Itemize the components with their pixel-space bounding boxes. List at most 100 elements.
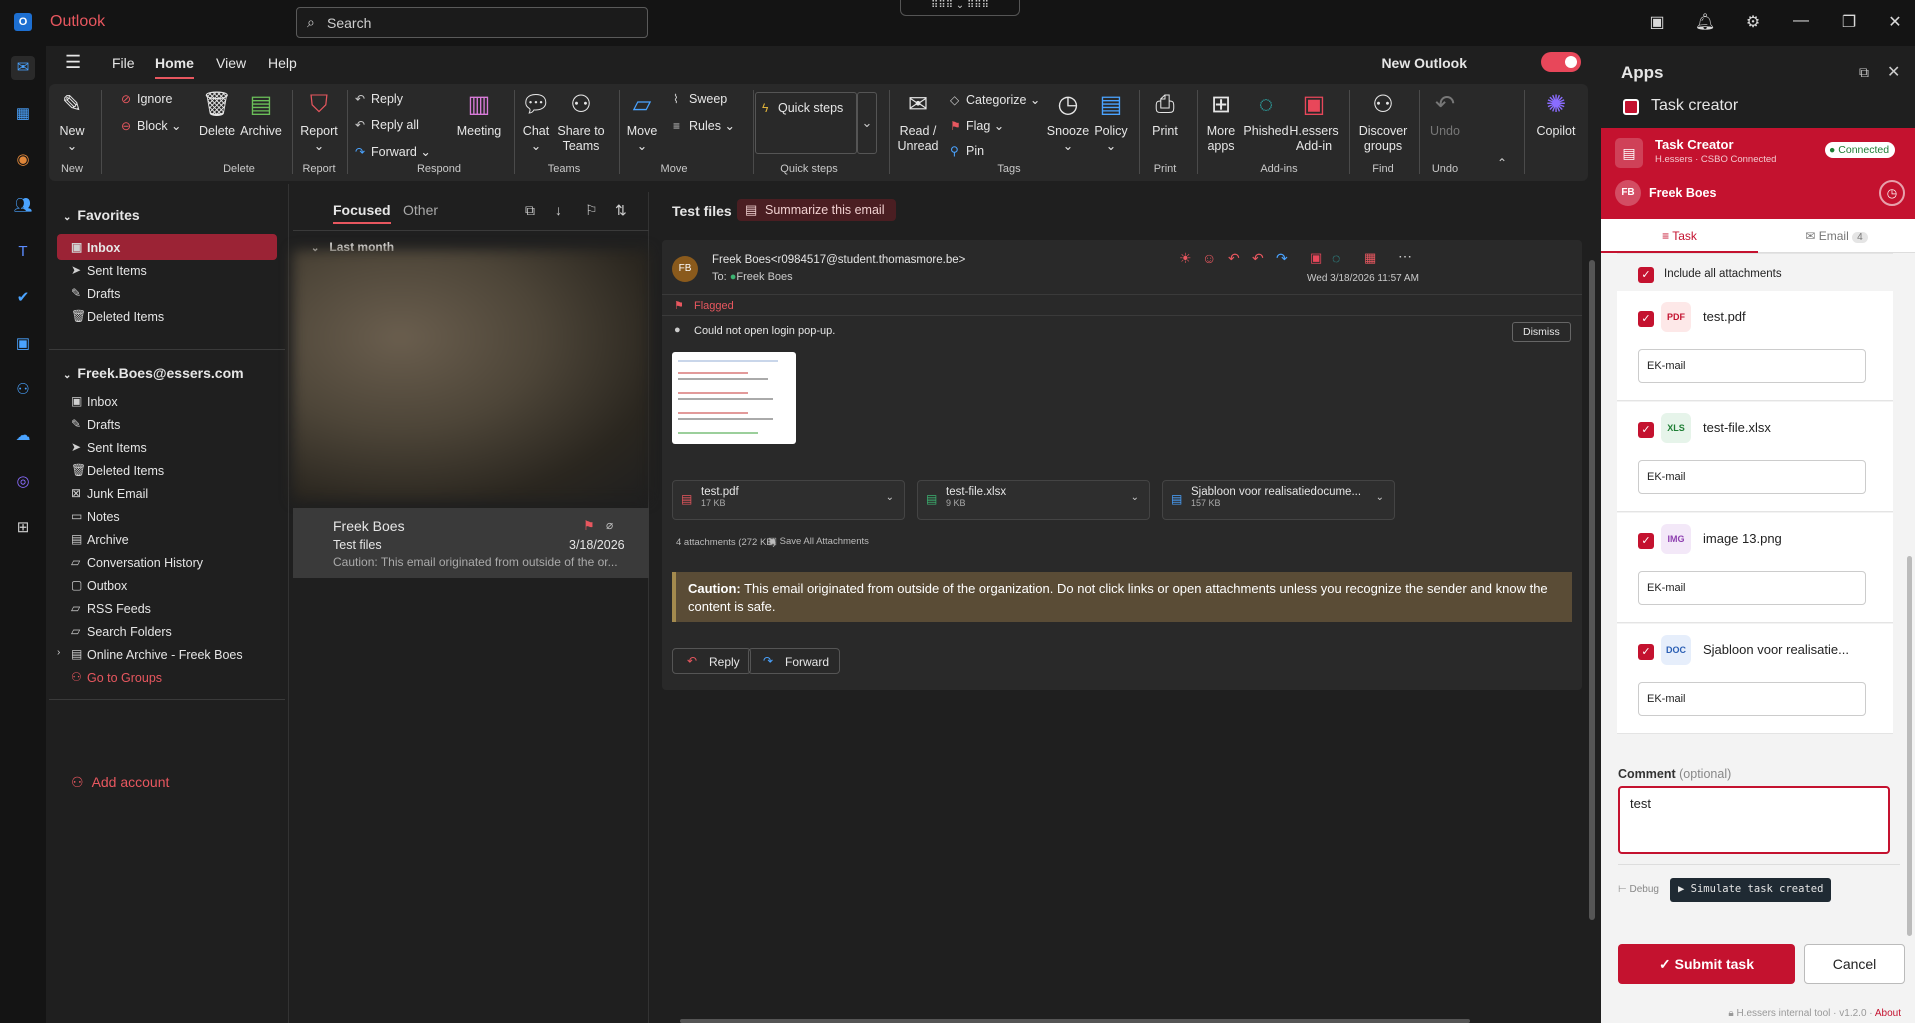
message-item[interactable]: Freek Boes ⚑ ⌀ Test files 3/18/2026 Caut… [293, 508, 649, 578]
my-day-icon[interactable]: ▣ [1646, 12, 1668, 34]
simulate-task-button[interactable]: ▶ Simulate task created [1670, 878, 1832, 902]
pane-scrollbar[interactable] [1907, 556, 1912, 936]
chevron-down-icon[interactable]: ⌄ [1131, 492, 1139, 503]
chevron-down-icon[interactable]: ⌄ [886, 492, 894, 503]
favorite-deleted-items[interactable]: 🗑︎ Deleted Items [57, 303, 277, 329]
hessers-addin-icon[interactable]: ▣ [1310, 250, 1322, 266]
add-account-link[interactable]: ⚇ Add account [71, 774, 169, 791]
tab-focused[interactable]: Focused [333, 202, 391, 224]
report-button[interactable]: ⛉ Report ⌄ [299, 90, 339, 154]
phished-button[interactable]: ◌ Phished [1243, 90, 1289, 139]
flag-button[interactable]: ⚑ Flag ⌄ [950, 118, 1004, 133]
attachment-docx[interactable]: ▤ Sjabloon voor realisatiedocume... 157 KB… [1162, 480, 1395, 520]
save-all-attachments-button[interactable]: ▣ Save All Attachments [768, 536, 869, 547]
apps-icon[interactable]: ▦ [1364, 250, 1376, 266]
favorites-header[interactable]: ⌄ Favorites [63, 207, 140, 223]
sweep-button[interactable]: ⌇ Sweep [673, 92, 727, 106]
reply-all-button[interactable]: ↶ Reply all [355, 118, 419, 132]
minimize-icon[interactable]: — [1790, 12, 1812, 34]
sort-icon[interactable]: ⇅ [615, 202, 627, 219]
file-checkbox[interactable]: ✓ [1638, 533, 1654, 549]
more-apps-button[interactable]: ⊞ More apps [1201, 90, 1241, 154]
destination-select[interactable]: EK-mail [1638, 682, 1866, 716]
select-all-icon[interactable]: ⧉ [525, 202, 535, 219]
tab-task[interactable]: ≡ Task [1601, 219, 1758, 253]
calendar-icon[interactable]: ▦ [11, 102, 35, 126]
menu-file[interactable]: File [112, 55, 135, 71]
share-to-teams-button[interactable]: ⚇ Share to Teams [555, 90, 607, 154]
jump-to-icon[interactable]: ↓ [555, 202, 562, 218]
file-checkbox[interactable]: ✓ [1638, 311, 1654, 327]
file-checkbox[interactable]: ✓ [1638, 644, 1654, 660]
close-pane-icon[interactable]: ✕ [1887, 62, 1900, 82]
brightness-icon[interactable]: ☀ [1179, 250, 1192, 267]
reply-bottom-button[interactable]: ↶ Reply [672, 648, 751, 674]
snooze-button[interactable]: ◷ Snooze ⌄ [1045, 90, 1091, 154]
emoji-react-icon[interactable]: ☺ [1202, 250, 1216, 266]
forward-bottom-button[interactable]: ↷ Forward [748, 648, 841, 674]
meeting-button[interactable]: ▥ Meeting [454, 90, 504, 139]
policy-button[interactable]: ▤ Policy ⌄ [1091, 90, 1131, 154]
reply-button[interactable]: ↶ Reply [355, 92, 403, 106]
more-apps-rail-icon[interactable]: ⊞ [11, 516, 35, 540]
tab-email[interactable]: ✉ Email 4 [1758, 219, 1915, 253]
flag-icon[interactable]: ⚑ [583, 518, 595, 534]
new-outlook-toggle[interactable] [1541, 52, 1581, 72]
image-attachment-thumbnail[interactable] [672, 352, 796, 444]
more-actions-icon[interactable]: ⋯ [1398, 248, 1412, 265]
people-icon[interactable]: 👥︎ [11, 194, 35, 218]
submit-task-button[interactable]: ✓ Submit task [1618, 944, 1795, 984]
attachment-pdf[interactable]: ▤ test.pdf 17 KB ⌄ [672, 480, 905, 520]
dismiss-button[interactable]: Dismiss [1512, 322, 1571, 342]
undo-button[interactable]: ↶ Undo [1425, 90, 1465, 139]
menu-view[interactable]: View [216, 55, 246, 71]
tab-other[interactable]: Other [403, 202, 438, 218]
chevron-down-icon[interactable]: ⌄ [1376, 492, 1384, 503]
rules-button[interactable]: ≡ Rules ⌄ [673, 118, 735, 133]
summarize-button[interactable]: ▤ Summarize this email [737, 199, 897, 221]
chat-button[interactable]: 💬︎ Chat ⌄ [519, 90, 553, 154]
destination-select[interactable]: EK-mail [1638, 571, 1866, 605]
restore-icon[interactable]: ❐ [1838, 12, 1860, 34]
org-explorer-icon[interactable]: ⚇ [11, 378, 35, 402]
history-clock-icon[interactable]: ◷ [1879, 180, 1905, 206]
notifications-bell-icon[interactable]: 🔔︎ [1694, 12, 1716, 34]
close-window-icon[interactable]: ✕ [1884, 12, 1906, 34]
print-button[interactable]: ⎙ Print [1145, 90, 1185, 139]
destination-select[interactable]: EK-mail [1638, 460, 1866, 494]
todo-icon[interactable]: ✔ [11, 286, 35, 310]
menu-help[interactable]: Help [268, 55, 297, 71]
comment-textarea[interactable]: test [1618, 786, 1890, 854]
ignore-button[interactable]: ⊘ Ignore [121, 92, 172, 106]
quick-steps-box[interactable]: ϟ Quick steps [755, 92, 857, 154]
reply-icon[interactable]: ↶ [1228, 250, 1240, 267]
forward-icon[interactable]: ↷ [1276, 250, 1288, 267]
filter-flag-icon[interactable]: ⚐ [585, 202, 598, 219]
menu-home[interactable]: Home [155, 55, 194, 79]
quick-steps-dropdown[interactable]: ⌄ [857, 92, 877, 154]
collapse-ribbon-icon[interactable]: ⌃ [1497, 156, 1507, 170]
go-to-groups-link[interactable]: ⚇ Go to Groups [57, 664, 277, 690]
window-grip[interactable]: ⠿⠿⠿ ⌄ ⠿⠿⠿ [900, 0, 1020, 16]
phished-icon[interactable]: ◌ [1332, 250, 1340, 266]
move-button[interactable]: ▱ Move ⌄ [624, 90, 660, 154]
copilot-button[interactable]: ✺ Copilot [1529, 90, 1583, 139]
archive-button[interactable]: ▤ Archive [239, 90, 283, 139]
settings-gear-icon[interactable]: ⚙ [1742, 12, 1764, 34]
cancel-button[interactable]: Cancel [1804, 944, 1905, 984]
include-all-checkbox[interactable]: ✓ [1638, 267, 1654, 283]
pin-pane-icon[interactable]: ⧉ [1859, 64, 1869, 81]
about-link[interactable]: About [1875, 1008, 1901, 1019]
block-button[interactable]: ⊖ Block ⌄ [121, 118, 182, 133]
loop-icon[interactable]: ◎ [11, 470, 35, 494]
quick-steps-item[interactable]: ϟ Quick steps [762, 101, 843, 115]
reply-all-icon[interactable]: ↶ [1252, 250, 1264, 267]
pin-button[interactable]: ⚲ Pin [950, 144, 984, 158]
account-header[interactable]: ⌄ Freek.Boes@essers.com [63, 365, 244, 381]
horizontal-scrollbar[interactable] [680, 1019, 1470, 1023]
categorize-button[interactable]: ◇ Categorize ⌄ [950, 92, 1040, 107]
forward-button[interactable]: ↷ Forward ⌄ [355, 144, 431, 159]
reading-scrollbar[interactable] [1589, 260, 1595, 920]
hessers-addin-button[interactable]: ▣ H.essers Add-in [1289, 90, 1339, 154]
new-mail-button[interactable]: ✎ New ⌄ [55, 90, 89, 154]
